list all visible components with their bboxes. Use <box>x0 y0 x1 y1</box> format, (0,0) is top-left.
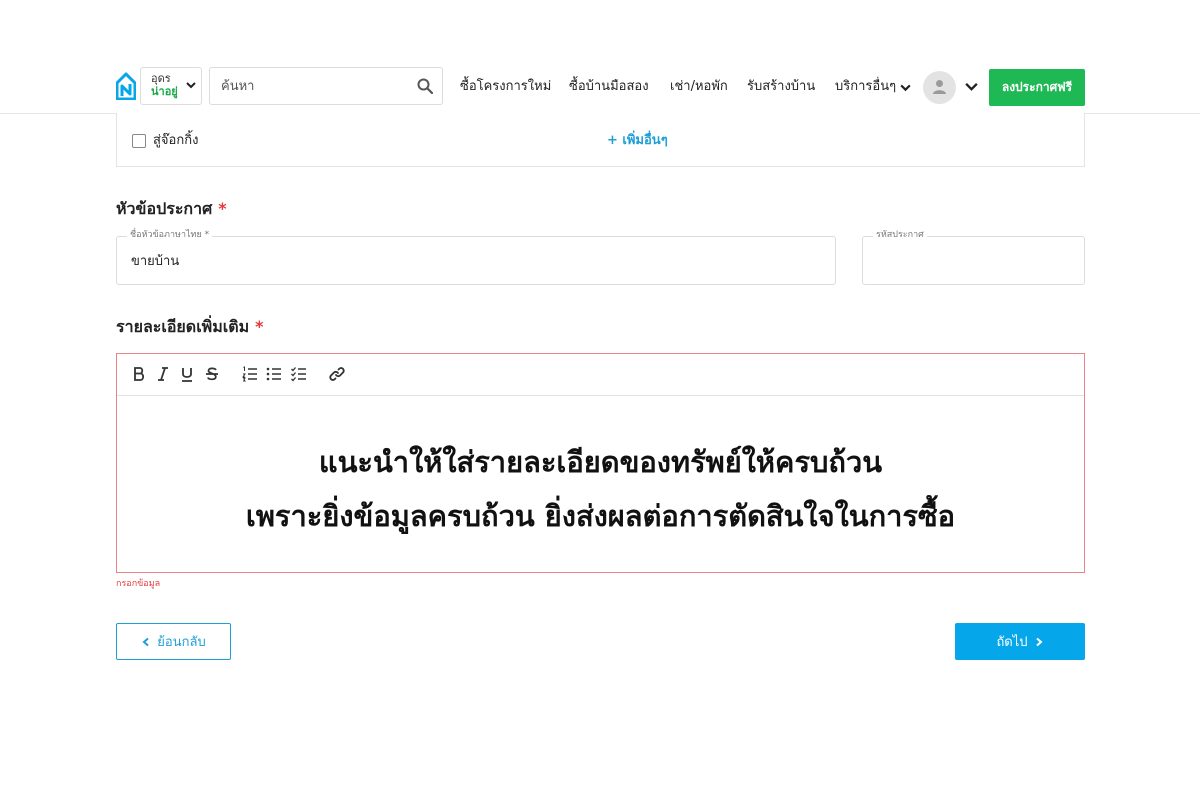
nav-home-building[interactable]: รับสร้างบ้าน <box>747 77 815 97</box>
rich-text-editor: แนะนำให้ใส่รายละเอียดของทรัพย์ให้ครบถ้วน… <box>116 353 1085 573</box>
next-button-label: ถัดไป <box>996 635 1028 650</box>
editor-line: เพราะยิ่งข้อมูลครบถ้วน ยิ่งส่งผลต่อการตั… <box>245 499 956 533</box>
post-free-button[interactable]: ลงประกาศฟรี <box>989 69 1085 106</box>
required-mark: * <box>218 199 227 218</box>
chevron-down-icon <box>186 82 196 89</box>
add-more-link[interactable]: + เพิ่มอื่นๆ <box>607 131 668 151</box>
nav-new-projects[interactable]: ซื้อโครงการใหม่ <box>460 77 551 97</box>
thai-title-input[interactable] <box>117 237 835 284</box>
details-section-heading: รายละเอียดเพิ่มเติม * <box>116 316 264 338</box>
nav-rent[interactable]: เช่า/หอพัก <box>670 77 728 97</box>
next-button[interactable]: ถัดไป <box>955 623 1085 660</box>
province-name: อุดร <box>151 72 171 85</box>
editor-line: แนะนำให้ใส่รายละเอียดของทรัพย์ให้ครบถ้วน <box>318 445 883 479</box>
jogging-checkbox[interactable] <box>132 134 146 148</box>
chevron-left-icon <box>142 637 149 646</box>
thai-title-field: ชื่อหัวข้อภาษาไทย * <box>116 229 836 285</box>
underline-icon[interactable] <box>178 365 196 383</box>
ordered-list-icon[interactable] <box>241 365 259 383</box>
bullet-list-icon[interactable] <box>265 365 283 383</box>
features-card: สู่จ๊อกกิ้ง + เพิ่มอื่นๆ <box>116 113 1085 167</box>
jogging-checkbox-label: สู่จ๊อกกิ้ง <box>153 133 199 148</box>
search-icon[interactable] <box>417 78 433 94</box>
listing-code-input[interactable] <box>863 237 1084 284</box>
province-tagline: น่าอยู่ <box>151 85 178 98</box>
nav-other-services-label: บริการอื่นๆ <box>835 79 897 94</box>
editor-toolbar <box>117 354 1084 396</box>
nav-other-services[interactable]: บริการอื่นๆ <box>835 77 912 97</box>
chevron-right-icon <box>1035 637 1043 646</box>
nav-second-hand[interactable]: ซื้อบ้านมือสอง <box>569 77 649 97</box>
province-selector[interactable]: อุดร น่าอยู่ <box>140 67 202 105</box>
back-button-label: ย้อนกลับ <box>157 635 206 650</box>
title-section-heading: หัวข้อประกาศ * <box>116 198 227 220</box>
italic-icon[interactable] <box>154 365 172 383</box>
avatar[interactable] <box>923 71 956 104</box>
details-heading-text: รายละเอียดเพิ่มเติม <box>116 317 250 336</box>
back-button[interactable]: ย้อนกลับ <box>116 623 231 660</box>
search-input[interactable] <box>210 68 410 104</box>
chevron-down-icon[interactable] <box>964 79 979 94</box>
listing-code-field: รหัสประกาศ <box>862 229 1085 285</box>
search-box <box>209 67 443 105</box>
link-icon[interactable] <box>328 365 346 383</box>
editor-content[interactable]: แนะนำให้ใส่รายละเอียดของทรัพย์ให้ครบถ้วน… <box>117 397 1084 572</box>
required-mark: * <box>255 317 264 336</box>
logo-icon[interactable] <box>115 72 137 101</box>
details-error-message: กรอกข้อมูล <box>116 579 161 589</box>
top-header: อุดร น่าอยู่ ซื้อโครงการใหม่ ซื้อบ้านมือ… <box>0 0 1200 114</box>
chevron-down-icon <box>900 84 911 91</box>
checklist-icon[interactable] <box>290 365 308 383</box>
strikethrough-icon[interactable] <box>203 365 221 383</box>
bold-icon[interactable] <box>130 365 148 383</box>
title-heading-text: หัวข้อประกาศ <box>116 199 213 218</box>
user-icon <box>933 80 946 94</box>
